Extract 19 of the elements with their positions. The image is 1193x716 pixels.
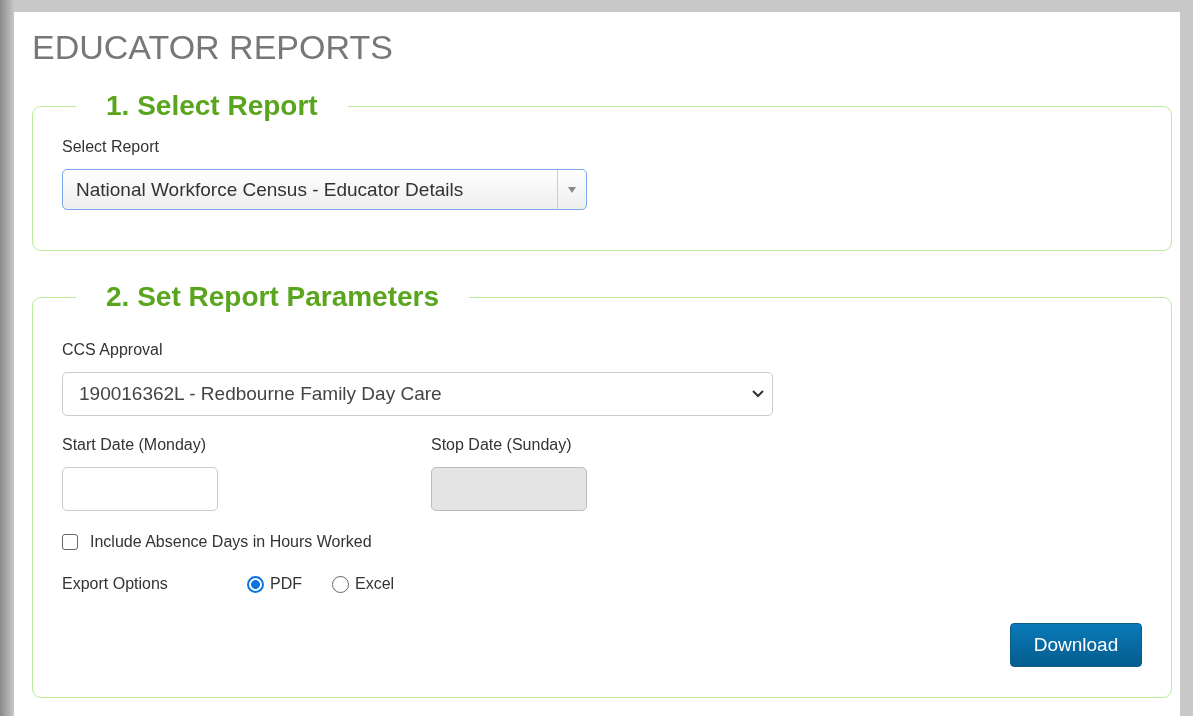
radio-button[interactable]: [247, 575, 264, 593]
page-title: EDUCATOR REPORTS: [32, 30, 394, 64]
field-label: Select Report: [62, 138, 160, 156]
field-label: Start Date (Monday): [62, 436, 208, 454]
field-label: CCS Approval: [62, 341, 164, 359]
field-label: Export Options: [62, 575, 169, 593]
field-label: Stop Date (Sunday): [431, 436, 573, 454]
section-heading: 2. Set Report Parameters: [105, 283, 441, 311]
approval-dropdown[interactable]: 190016362L - Redbourne Family Day Care: [62, 372, 773, 416]
download-button[interactable]: Download: [1010, 623, 1142, 667]
dropdown-arrow-icon: [568, 186, 576, 193]
checkbox[interactable]: [62, 534, 78, 550]
checkbox-label: Include Absence Days in Hours Worked: [90, 533, 372, 551]
radio-label: Excel: [355, 575, 395, 593]
date-field[interactable]: [62, 467, 218, 511]
radio-label: PDF: [270, 575, 302, 593]
chevron-down-icon: [752, 390, 764, 398]
report-dropdown[interactable]: National Workforce Census - Educator Details: [62, 169, 587, 210]
section-heading: 1. Select Report: [105, 92, 319, 120]
